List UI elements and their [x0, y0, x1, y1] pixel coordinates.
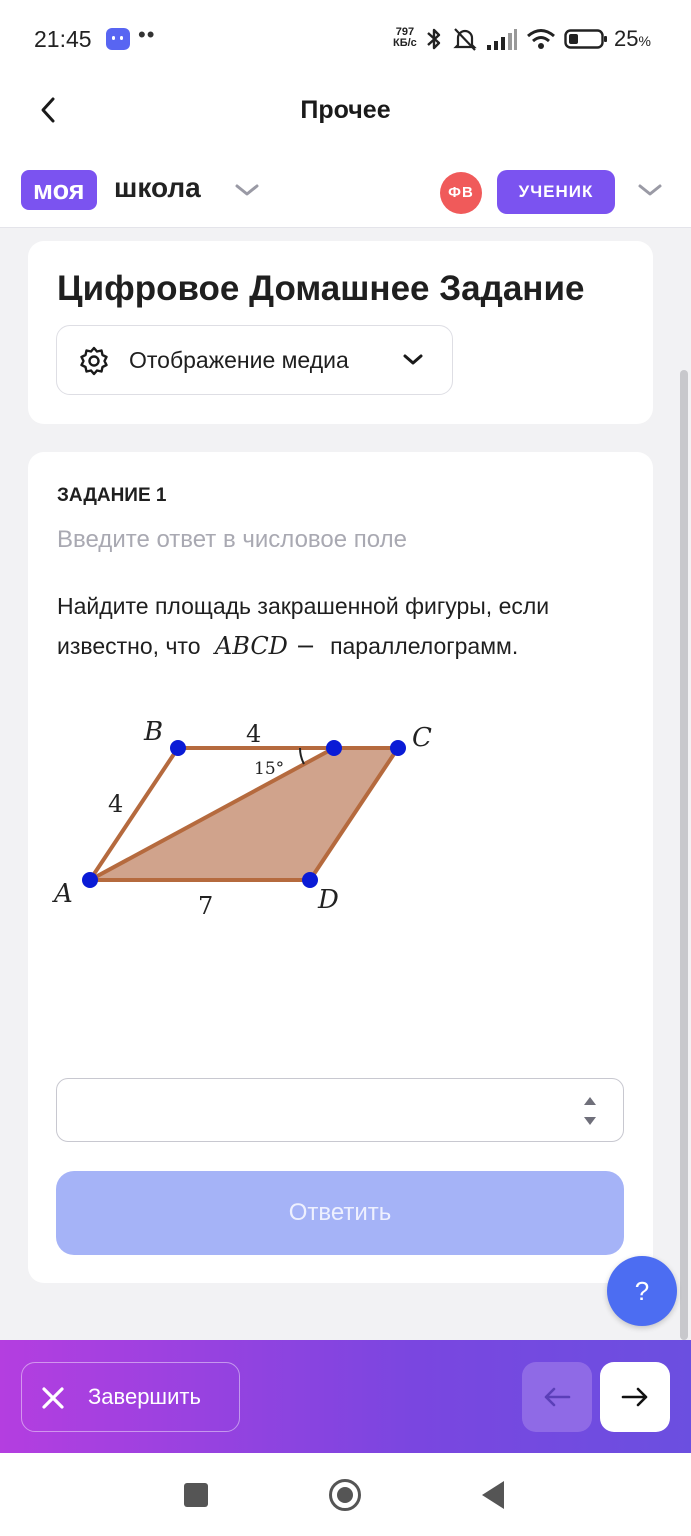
point-d [302, 872, 318, 888]
system-nav-bar [0, 1453, 691, 1536]
status-bar: 21:45 •• 797 КБ/с 25% [0, 0, 691, 80]
media-display-dropdown[interactable]: Отображение медиа [56, 325, 453, 395]
label-side-ad: 7 [198, 892, 213, 920]
task-action-bar: Завершить [0, 1340, 691, 1453]
task-text: Найдите площадь закрашенной фигуры, если… [57, 586, 637, 666]
angle-arc [299, 747, 305, 765]
recents-button[interactable] [184, 1483, 208, 1507]
parallelogram-figure: A B C D 4 4 7 15° [52, 717, 432, 920]
chevron-down-icon[interactable] [234, 182, 260, 203]
help-button[interactable]: ? [607, 1256, 677, 1326]
finish-label: Завершить [88, 1384, 201, 1409]
network-speed-unit: КБ/с [393, 37, 417, 49]
label-c: C [412, 723, 432, 753]
homework-title: Цифровое Домашнее Задание [57, 269, 585, 308]
battery-percent: 25% [614, 26, 651, 51]
number-stepper-icon[interactable] [583, 1093, 597, 1129]
app-header: Прочее [0, 80, 691, 146]
media-display-label: Отображение медиа [129, 347, 349, 373]
task-hint: Введите ответ в числовое поле [57, 526, 407, 553]
home-button[interactable] [329, 1479, 361, 1511]
status-time: 21:45 [34, 26, 92, 52]
next-task-button[interactable] [600, 1362, 670, 1432]
gear-icon [79, 346, 109, 381]
arrow-right-icon [621, 1387, 648, 1407]
battery-icon [564, 29, 607, 49]
label-side-be: 4 [246, 720, 261, 748]
task-text-after: параллелограмм. [330, 633, 519, 659]
chevron-down-icon[interactable] [637, 182, 663, 203]
task-math: ABCD − [214, 632, 316, 660]
bell-off-icon [453, 28, 477, 51]
scrollbar[interactable] [680, 370, 688, 1340]
notification-dots: •• [138, 22, 156, 47]
task-card: ЗАДАНИЕ 1 Введите ответ в числовое поле … [28, 452, 653, 1283]
previous-task-button[interactable] [522, 1362, 592, 1432]
finish-button[interactable]: Завершить [21, 1362, 240, 1432]
signal-icon [487, 29, 517, 50]
label-b: B [143, 717, 163, 747]
point-a [82, 872, 98, 888]
logo-moya[interactable]: моя [21, 170, 97, 210]
point-c [390, 740, 406, 756]
arrow-left-icon [544, 1387, 571, 1407]
chevron-down-icon [401, 352, 425, 373]
logo-shkola[interactable]: школа [114, 172, 201, 204]
avatar[interactable]: ФВ [440, 172, 482, 214]
label-d: D [317, 885, 339, 915]
point-e [326, 740, 342, 756]
role-badge[interactable]: УЧЕНИК [497, 170, 615, 214]
network-speed: 797 КБ/с [393, 27, 417, 49]
submit-answer-button[interactable]: Ответить [56, 1171, 624, 1255]
homework-header-card: Цифровое Домашнее Задание Отображение ме… [28, 241, 653, 424]
system-back-button[interactable] [482, 1481, 504, 1509]
page-title: Прочее [300, 96, 391, 124]
answer-number-input[interactable] [56, 1078, 624, 1142]
discord-icon [106, 28, 130, 50]
label-angle: 15° [254, 759, 284, 779]
bluetooth-icon [427, 28, 441, 50]
status-icons [424, 24, 608, 54]
label-a: A [52, 879, 73, 909]
close-icon [42, 1387, 64, 1409]
brand-bar: моя школа ФВ УЧЕНИК [0, 146, 691, 228]
wifi-icon [527, 29, 555, 49]
label-side-ab: 4 [108, 790, 123, 818]
task-label: ЗАДАНИЕ 1 [57, 485, 167, 506]
point-b [170, 740, 186, 756]
